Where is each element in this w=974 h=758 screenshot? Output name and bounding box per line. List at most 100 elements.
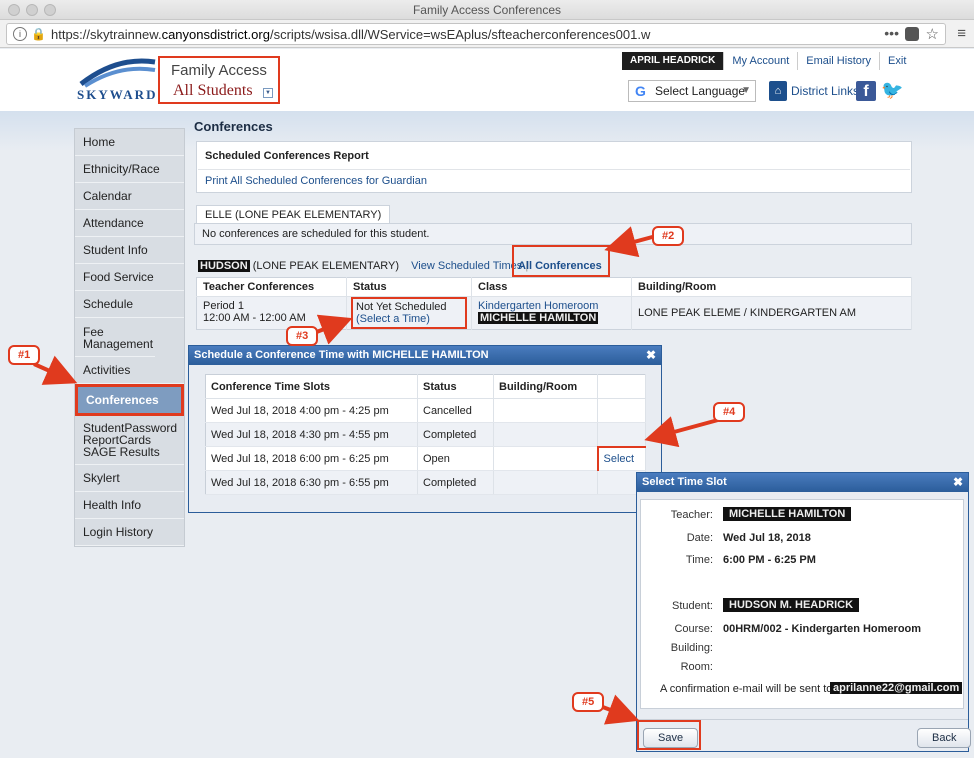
teacher-redacted: MICHELLE HAMILTON [723,507,852,521]
language-select[interactable]: G Select Language ▼ [628,80,756,102]
period-time: 12:00 AM - 12:00 AM [203,312,306,324]
col-header: Building/Room [493,374,598,399]
callout-2: #2 [652,226,685,246]
twitter-icon[interactable]: 🐦 [881,80,903,101]
select-slot-link[interactable]: Select [596,445,646,471]
sidebar-item-skylert[interactable]: Skylert [75,465,184,492]
info-icon[interactable]: i [13,27,27,41]
sidebar-item-studentpassword-reportcards-sage[interactable]: StudentPassword ReportCards SAGE Results [75,416,184,465]
chevron-down-icon: ▼ [741,85,751,96]
sidebar-item-login-history[interactable]: Login History [75,519,184,546]
email-history-link[interactable]: Email History [797,52,879,70]
dialog-title: Select Time Slot ✖ [637,473,968,492]
google-icon: G [635,83,646,99]
all-conferences-link[interactable]: All Conferences [518,257,602,275]
email-redacted: aprilanne22@gmail.com [830,682,963,694]
page-actions-icon[interactable]: ••• [884,25,899,41]
button-bar: Save Back [637,719,972,752]
zoom-window-button[interactable] [44,4,56,16]
table-row: Wed Jul 18, 2018 4:30 pm - 4:55 pm Comple… [205,422,646,447]
hamburger-menu-icon[interactable]: ≡ [957,25,966,42]
skyward-wordmark: SKYWARD [77,87,158,102]
user-name: APRIL HEADRICK [622,52,724,70]
class-link[interactable]: Kindergarten Homeroom [478,300,625,312]
view-scheduled-times-link[interactable]: View Scheduled Times [411,260,522,272]
close-window-button[interactable] [8,4,20,16]
sidebar-item-conferences[interactable]: Conferences [75,384,184,416]
sidebar-item-health-info[interactable]: Health Info [75,492,184,519]
sidebar-item-schedule[interactable]: Schedule [75,291,184,318]
sidebar-item-attendance[interactable]: Attendance [75,210,184,237]
conferences-table: Teacher Conferences Status Class Buildin… [196,277,912,330]
main-content: Conferences Scheduled Conferences Report… [194,119,914,330]
select-time-slot-dialog: Select Time Slot ✖ Teacher: MICHELLE HAMI… [636,472,972,752]
skyward-logo: SKYWARD [77,54,157,104]
report-heading: Scheduled Conferences Report [205,150,369,162]
bookmark-star-icon[interactable]: ☆ [926,25,939,43]
close-icon[interactable]: ✖ [646,346,656,365]
sidebar: Home Ethnicity/Race Calendar Attendance … [74,128,185,547]
building-room: LONE PEAK ELEME / KINDERGARTEN AM [631,296,912,330]
sidebar-item-food-service[interactable]: Food Service [75,264,184,291]
lock-icon: 🔒 [31,27,46,41]
course: 00HRM/002 - Kindergarten Homeroom [723,623,922,635]
sidebar-item-student-info[interactable]: Student Info [75,237,184,264]
arrow-5 [599,694,640,725]
page-title: Conferences [194,119,273,134]
table-row: Period 1 12:00 AM - 12:00 AM Not Yet Sche… [196,296,912,330]
skyward-swoosh-icon [79,58,156,88]
window-title: Family Access Conferences [412,3,562,17]
student-tab-elle[interactable]: ELLE (LONE PEAK ELEMENTARY) [196,205,391,223]
student-selector[interactable]: All Students [173,82,253,100]
elle-message: No conferences are scheduled for this st… [194,223,912,245]
select-a-time-link[interactable]: (Select a Time) [356,313,462,325]
save-button[interactable]: Save [643,728,699,748]
col-header [597,374,646,399]
family-access-title: Family Access [171,62,267,79]
callout-3: #3 [286,326,319,346]
url-text: https://skytrainnew.canyonsdistrict.org/… [51,27,651,42]
callout-5: #5 [572,692,605,712]
sidebar-item-calendar[interactable]: Calendar [75,183,184,210]
address-bar[interactable]: i 🔒 https://skytrainnew.canyonsdistrict.… [6,23,946,45]
schedule-conference-dialog: Schedule a Conference Time with MICHELLE… [188,345,662,513]
site-header: SKYWARD Family Access All Students ▼ APR… [0,49,974,111]
time-slots-table: Conference Time Slots Status Building/Ro… [205,374,646,495]
sidebar-item-fee-management[interactable]: Fee Management [75,318,155,357]
student-redacted: HUDSON M. HEADRICK [723,598,860,612]
chevron-down-icon[interactable]: ▼ [263,88,273,98]
minimize-window-button[interactable] [26,4,38,16]
student-name-redacted: HUDSON [198,260,250,272]
col-header: Status [346,277,472,297]
scheduled-report-panel: Scheduled Conferences Report Print All S… [196,141,912,193]
sidebar-item-activities[interactable]: Activities [75,357,184,384]
my-account-link[interactable]: My Account [723,52,797,70]
sidebar-item-ethnicity[interactable]: Ethnicity/Race [75,156,184,183]
back-button[interactable]: Back [917,728,972,748]
student-selector-box: Family Access All Students ▼ [158,56,280,104]
building-icon: ⌂ [769,81,787,101]
table-row: Wed Jul 18, 2018 6:00 pm - 6:25 pm Open Se… [205,445,646,471]
district-links[interactable]: ⌂ District Links [769,81,859,101]
facebook-icon[interactable]: f [856,81,876,101]
close-icon[interactable]: ✖ [953,473,963,492]
col-header: Status [417,374,494,399]
slot-time: 6:00 PM - 6:25 PM [723,554,816,566]
table-row: Wed Jul 18, 2018 6:30 pm - 6:55 pm Comple… [205,470,646,495]
slot-date: Wed Jul 18, 2018 [723,532,811,544]
sidebar-item-home[interactable]: Home [75,129,184,156]
window-titlebar: Family Access Conferences [0,0,974,20]
teacher-name-redacted: MICHELLE HAMILTON [478,312,599,324]
status-text: Not Yet Scheduled [356,301,447,313]
divider [198,169,910,170]
hudson-row: HUDSON (LONE PEAK ELEMENTARY) View Sched… [198,245,912,277]
exit-link[interactable]: Exit [879,52,914,70]
callout-4: #4 [713,402,746,422]
print-all-link[interactable]: Print All Scheduled Conferences for Guar… [205,175,427,187]
toolbar: i 🔒 https://skytrainnew.canyonsdistrict.… [0,20,974,48]
pocket-icon[interactable] [905,27,919,41]
col-header: Building/Room [631,277,912,297]
col-header: Teacher Conferences [196,277,347,297]
period: Period 1 [203,300,244,312]
col-header: Conference Time Slots [205,374,418,399]
